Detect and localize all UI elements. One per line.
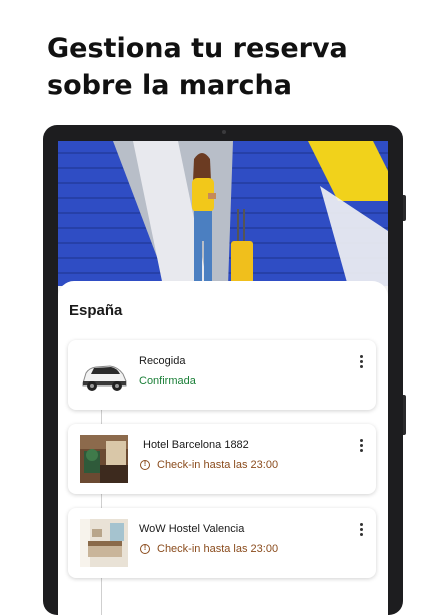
tablet-frame: España Recogida Confirmada Hotel Barcelo… bbox=[43, 125, 406, 615]
hotel-photo bbox=[80, 435, 128, 483]
trip-sheet: España Recogida Confirmada Hotel Barcelo… bbox=[58, 281, 388, 615]
more-vertical-icon[interactable] bbox=[359, 523, 363, 537]
trip-title: España bbox=[69, 302, 123, 319]
booking-title: Recogida bbox=[139, 355, 186, 367]
app-screen: España Recogida Confirmada Hotel Barcelo… bbox=[58, 141, 388, 615]
booking-card-hotel-barcelona[interactable]: Hotel Barcelona 1882 ! Check-in hasta la… bbox=[68, 424, 376, 494]
booking-status: Check-in hasta las 23:00 bbox=[157, 543, 279, 555]
side-button bbox=[403, 195, 406, 221]
headline: Gestiona tu reserva sobre la marcha bbox=[47, 30, 407, 104]
booking-title: WoW Hostel Valencia bbox=[139, 523, 245, 535]
camera-dot bbox=[222, 130, 226, 134]
hostel-photo bbox=[80, 519, 128, 567]
headline-line-1: Gestiona tu reserva bbox=[47, 33, 348, 64]
booking-status: Check-in hasta las 23:00 bbox=[157, 459, 279, 471]
side-button bbox=[403, 395, 406, 435]
hero-photo bbox=[58, 141, 388, 286]
headline-line-2: sobre la marcha bbox=[47, 70, 292, 101]
more-vertical-icon[interactable] bbox=[359, 439, 363, 453]
car-icon bbox=[82, 365, 127, 391]
booking-card-pickup[interactable]: Recogida Confirmada bbox=[68, 340, 376, 410]
booking-card-hostel-valencia[interactable]: WoW Hostel Valencia ! Check-in hasta las… bbox=[68, 508, 376, 578]
info-icon: ! bbox=[140, 460, 150, 470]
booking-status: Confirmada bbox=[139, 375, 196, 387]
info-icon: ! bbox=[140, 544, 150, 554]
more-vertical-icon[interactable] bbox=[359, 355, 363, 369]
booking-title: Hotel Barcelona 1882 bbox=[143, 439, 249, 451]
